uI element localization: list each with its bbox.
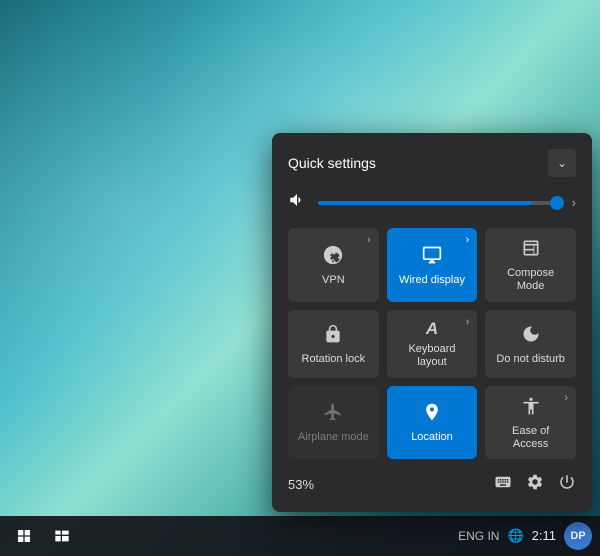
battery-percentage: 53% [288,477,314,492]
keyboard-layout-icon: A [426,320,438,337]
quick-settings-panel: Quick settings ⌄ › › VPN › Wired d [272,133,592,512]
footer-icons [494,473,576,496]
taskbar-network-icon: 🌐 [507,528,523,544]
vpn-button[interactable]: › VPN [288,228,379,301]
taskbar-time: 2:11 [532,528,556,545]
vpn-icon [323,245,343,268]
airplane-mode-icon [323,402,343,425]
do-not-disturb-button[interactable]: Do not disturb [485,310,576,378]
taskbar-language: ENG IN [458,529,499,543]
start-button[interactable] [8,520,40,552]
volume-fill [318,201,532,205]
keyboard-layout-arrow: › [466,316,470,328]
rotation-lock-icon [323,324,343,347]
taskbar-left [8,520,78,552]
location-button[interactable]: Location [387,386,478,459]
rotation-lock-label: Rotation lock [302,353,366,366]
qs-title: Quick settings [288,155,376,171]
volume-row: › [288,191,576,214]
volume-thumb [550,196,564,210]
wired-display-icon [422,245,442,268]
vpn-arrow: › [367,234,371,246]
taskbar: ENG IN 🌐 2:11 DP [0,516,600,556]
do-not-disturb-icon [521,324,541,347]
qs-collapse-button[interactable]: ⌄ [548,149,576,177]
power-footer-icon[interactable] [558,473,576,496]
compose-mode-icon [521,238,541,261]
location-icon [422,402,442,425]
ease-of-access-icon [521,396,541,419]
wired-display-label: Wired display [399,274,465,287]
qs-footer: 53% [288,473,576,496]
vpn-label: VPN [322,274,345,287]
wired-display-arrow: › [466,234,470,246]
taskbar-right: ENG IN 🌐 2:11 DP [458,522,592,550]
rotation-lock-button[interactable]: Rotation lock [288,310,379,378]
qs-header: Quick settings ⌄ [288,149,576,177]
compose-mode-button[interactable]: Compose Mode [485,228,576,301]
ease-of-access-arrow: › [564,392,568,404]
ease-of-access-button[interactable]: › Ease of Access [485,386,576,459]
taskbar-time-block: 2:11 [532,528,556,545]
volume-arrow[interactable]: › [572,195,576,210]
do-not-disturb-label: Do not disturb [496,353,564,366]
airplane-mode-button[interactable]: Airplane mode [288,386,379,459]
task-view-button[interactable] [46,520,78,552]
volume-icon [288,191,308,214]
keyboard-footer-icon[interactable] [494,473,512,496]
keyboard-layout-button[interactable]: › A Keyboard layout [387,310,478,378]
qs-buttons-grid: › VPN › Wired display Compose Mode [288,228,576,459]
volume-slider[interactable] [318,201,562,205]
settings-footer-icon[interactable] [526,473,544,496]
ease-of-access-label: Ease of Access [493,425,568,451]
taskbar-avatar[interactable]: DP [564,522,592,550]
location-label: Location [411,431,453,444]
compose-mode-label: Compose Mode [493,267,568,293]
airplane-mode-label: Airplane mode [298,431,369,444]
keyboard-layout-label: Keyboard layout [395,343,470,369]
wired-display-button[interactable]: › Wired display [387,228,478,301]
